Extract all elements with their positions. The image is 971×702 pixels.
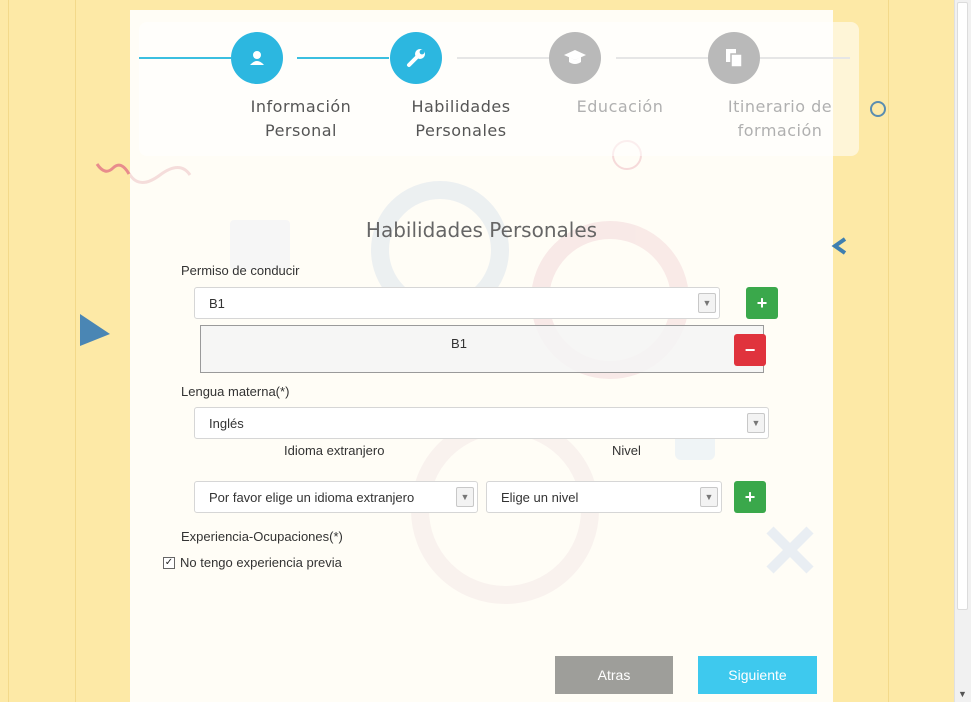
wave-decoration xyxy=(95,163,131,175)
remove-driving-license-button[interactable]: − xyxy=(734,334,766,366)
wrench-icon xyxy=(407,49,425,67)
step-connector xyxy=(457,57,549,59)
step-personal-skills[interactable] xyxy=(390,32,442,84)
ring-decoration xyxy=(870,101,886,117)
triangle-decoration xyxy=(80,314,110,346)
mother-tongue-label: Lengua materna(*) xyxy=(181,384,290,399)
level-select[interactable]: Elige un nivel ▼ xyxy=(486,481,722,513)
driving-license-value: B1 xyxy=(209,295,225,311)
add-driving-license-button[interactable]: + xyxy=(746,287,778,319)
step-label-personal-info: Información Personal xyxy=(231,95,371,143)
step-education[interactable] xyxy=(549,32,601,84)
scrollbar-thumb[interactable] xyxy=(957,2,968,610)
next-button[interactable]: Siguiente xyxy=(698,656,817,694)
step-label-line: formación xyxy=(737,121,823,140)
driving-license-select[interactable]: B1 ▼ xyxy=(194,287,720,319)
add-foreign-language-button[interactable]: + xyxy=(734,481,766,513)
scrollbar[interactable]: ▼ xyxy=(954,0,971,702)
background-divider xyxy=(888,0,889,702)
driving-license-item: B1 xyxy=(451,336,467,351)
no-experience-checkbox[interactable]: ✓ xyxy=(163,556,175,569)
chevron-down-icon: ▼ xyxy=(747,413,765,433)
foreign-language-select[interactable]: Por favor elige un idioma extranjero ▼ xyxy=(194,481,478,513)
step-training-itinerary[interactable] xyxy=(708,32,760,84)
foreign-language-value: Por favor elige un idioma extranjero xyxy=(209,489,415,505)
step-connector xyxy=(760,57,850,59)
back-button[interactable]: Atras xyxy=(555,656,673,694)
step-label-line: Habilidades xyxy=(411,97,511,116)
chevron-decoration xyxy=(831,237,847,255)
step-label-education: Educación xyxy=(550,95,690,119)
level-column-header: Nivel xyxy=(612,443,641,458)
level-value: Elige un nivel xyxy=(501,489,579,505)
step-personal-info[interactable] xyxy=(231,32,283,84)
documents-icon xyxy=(726,49,743,68)
chevron-down-icon: ▼ xyxy=(698,293,716,313)
no-experience-label: No tengo experiencia previa xyxy=(180,555,342,570)
background-divider xyxy=(8,0,9,702)
step-connector xyxy=(139,57,231,59)
user-icon xyxy=(250,51,264,65)
page-background-left xyxy=(0,0,76,702)
step-label-line: Personal xyxy=(264,121,337,140)
mother-tongue-select[interactable]: Inglés ▼ xyxy=(194,407,769,439)
step-label-personal-skills: Habilidades Personales xyxy=(391,95,531,143)
scroll-down-arrow-icon[interactable]: ▼ xyxy=(957,688,968,700)
step-label-line: Personales xyxy=(415,121,507,140)
background-divider xyxy=(75,0,76,702)
chevron-down-icon: ▼ xyxy=(700,487,718,507)
foreign-language-column-header: Idioma extranjero xyxy=(284,443,385,458)
step-connector xyxy=(297,57,389,59)
chevron-down-icon: ▼ xyxy=(456,487,474,507)
step-label-line: Itinerario de xyxy=(727,97,833,116)
step-label-training-itinerary: Itinerario de formación xyxy=(710,95,850,143)
graduation-cap-icon xyxy=(564,50,586,64)
section-title: Habilidades Personales xyxy=(365,218,598,242)
experience-label: Experiencia-Ocupaciones(*) xyxy=(181,529,343,544)
driving-license-label: Permiso de conducir xyxy=(181,263,300,278)
step-connector xyxy=(616,57,708,59)
driving-license-list: B1 xyxy=(200,325,764,373)
step-label-line: Educación xyxy=(576,97,664,116)
no-experience-option[interactable]: ✓ No tengo experiencia previa xyxy=(163,555,342,570)
mother-tongue-value: Inglés xyxy=(209,415,244,431)
step-label-line: Información xyxy=(250,97,352,116)
